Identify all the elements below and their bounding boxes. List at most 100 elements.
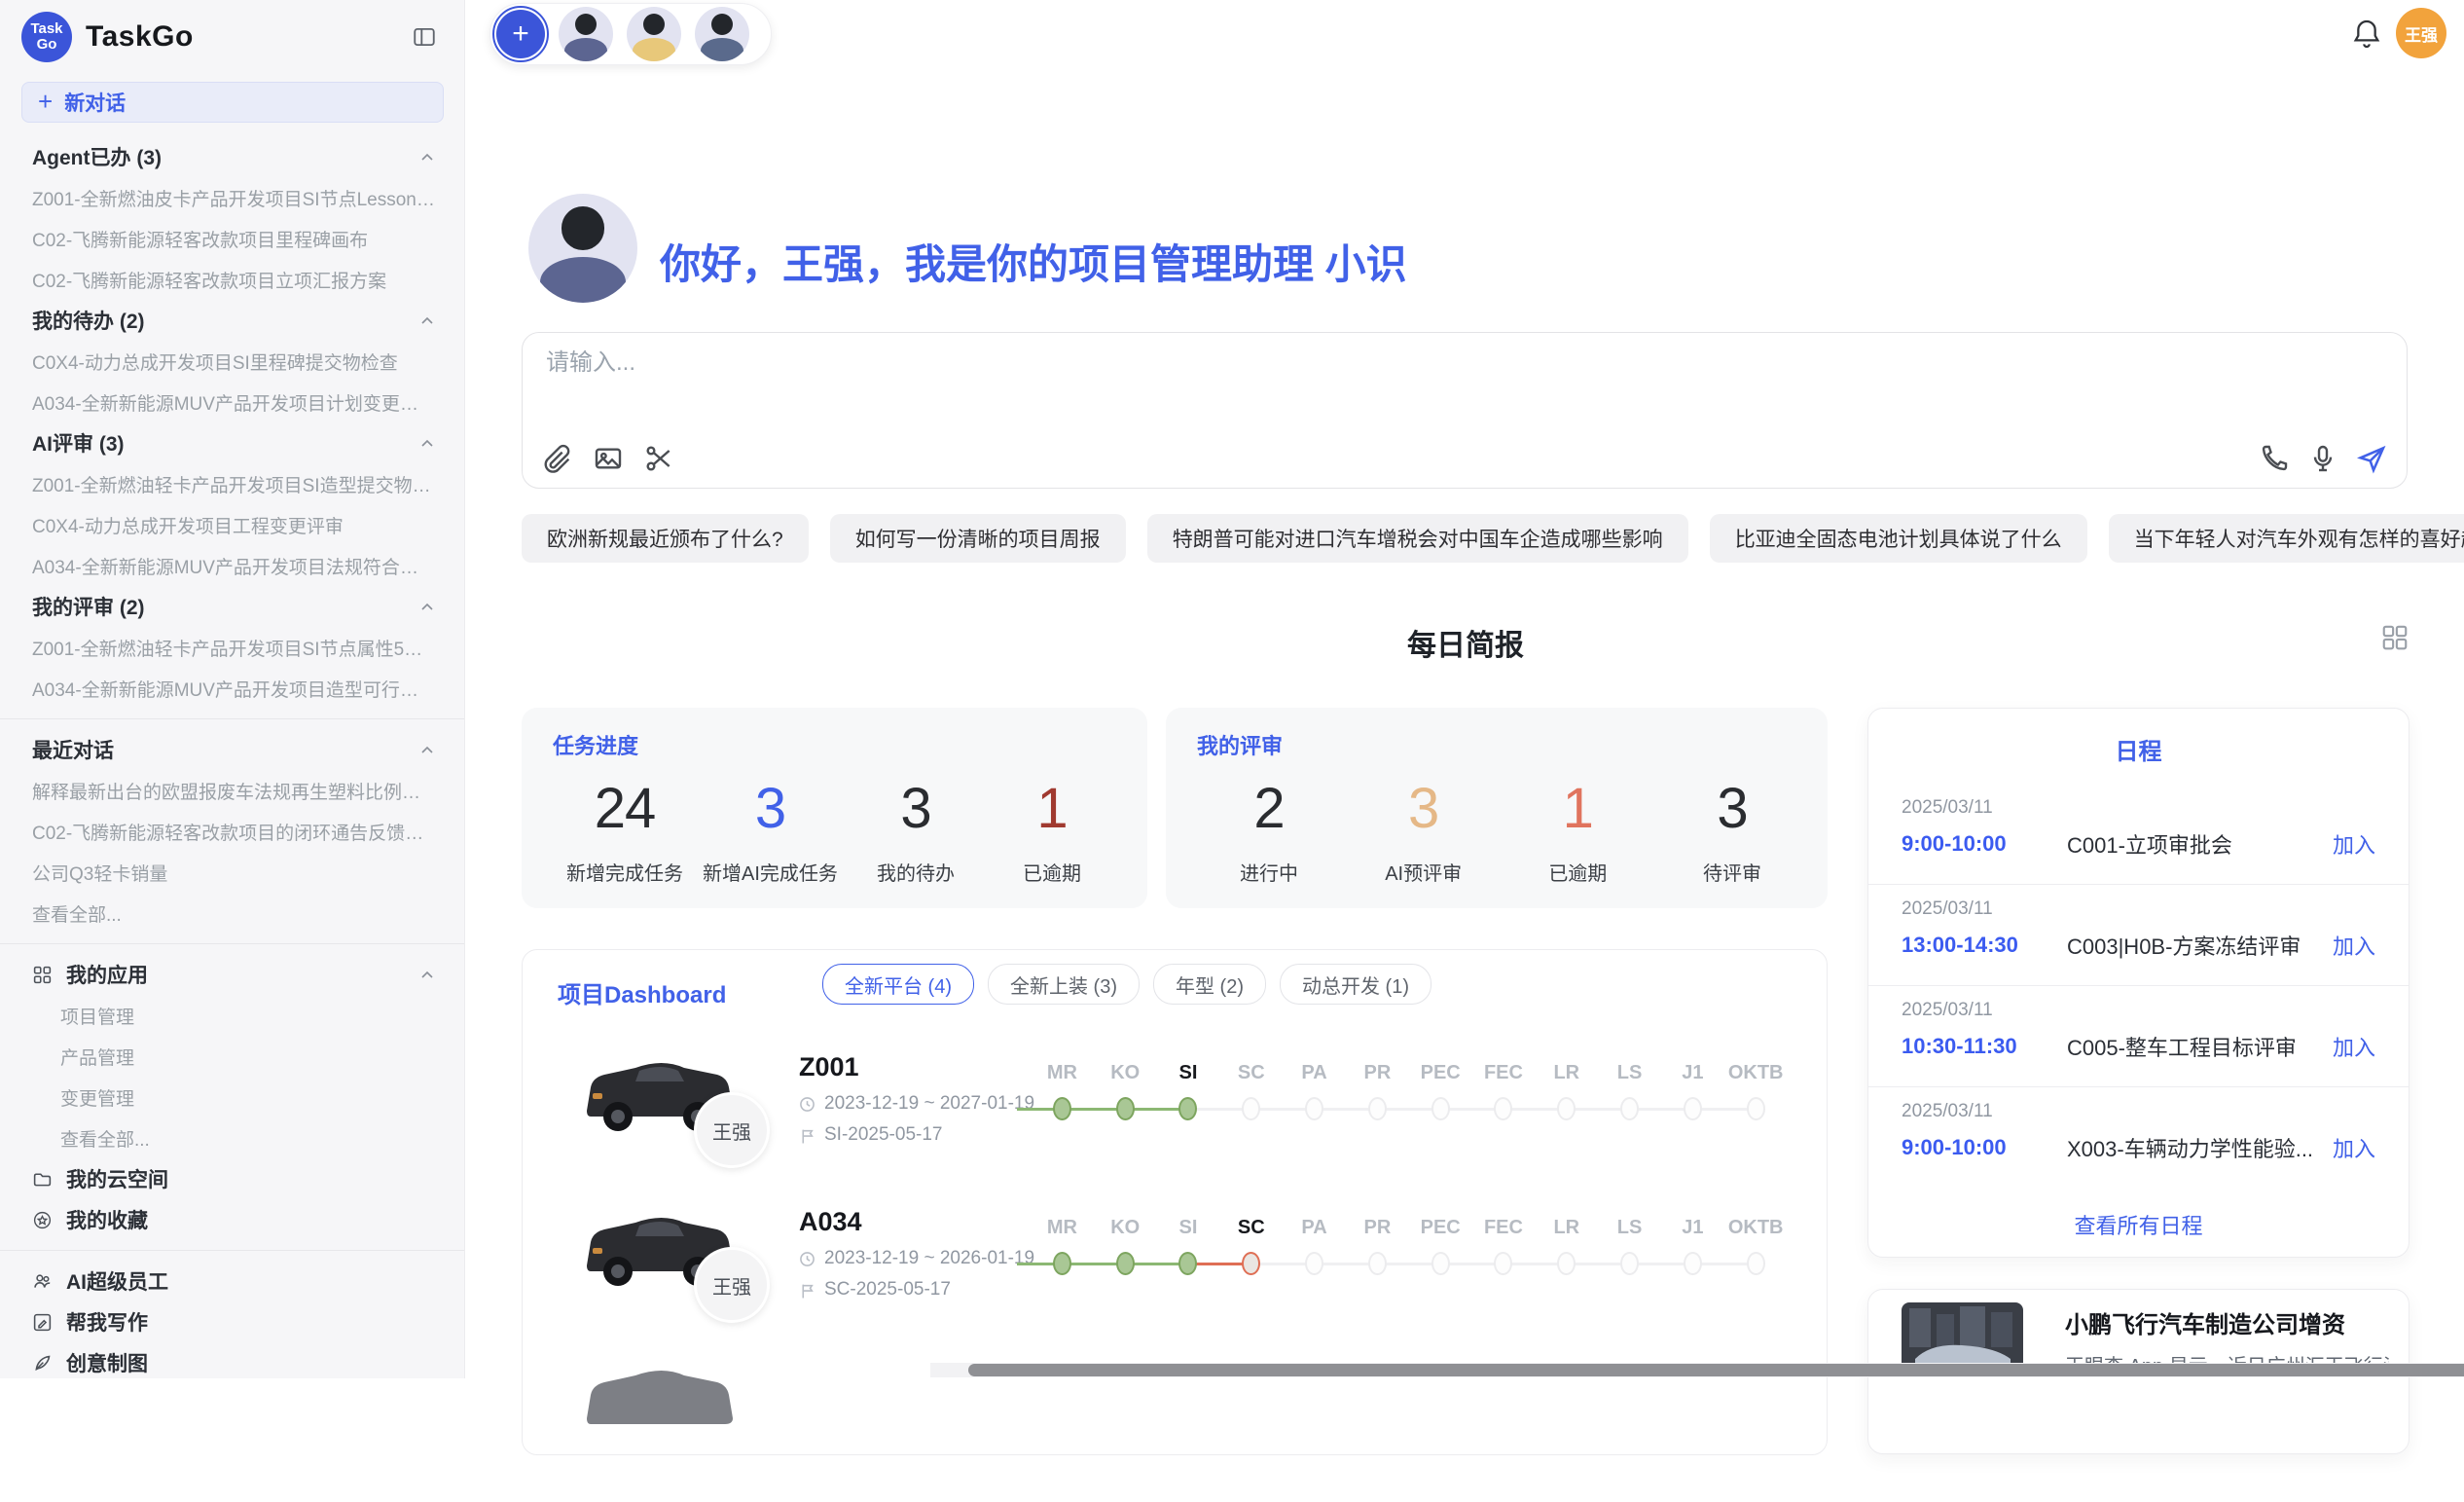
sidebar-item[interactable]: C02-飞腾新能源轻客改款项目里程碑画布 xyxy=(0,218,464,259)
milestone-J1: J1 xyxy=(1661,1211,1724,1283)
sidebar-group-my-todo[interactable]: 我的待办 (2) xyxy=(0,300,464,341)
stat: 3 待评审 xyxy=(1674,774,1791,886)
sidebar-item[interactable]: 公司Q3轻卡销量 xyxy=(0,852,464,893)
schedule-entry[interactable]: 2025/03/11 13:00-14:30 C003|H0B-方案冻结评审 加… xyxy=(1868,884,2409,985)
phone-icon[interactable] xyxy=(2259,443,2290,474)
join-link[interactable]: 加入 xyxy=(2333,1132,2375,1163)
sidebar-item[interactable]: 解释最新出台的欧盟报废车法规再生塑料比例被调至15%... xyxy=(0,770,464,811)
stat: 1 已逾期 xyxy=(994,774,1110,886)
suggestion-chip[interactable]: 如何写一份清晰的项目周报 xyxy=(830,514,1126,563)
milestone-dot-OKTB xyxy=(1747,1252,1765,1275)
main-content: + 王强 你好，王强，我是你的项目管理助理 小识 xyxy=(465,0,2464,1378)
stat-value: 1 xyxy=(1519,774,1636,844)
tab-model-year[interactable]: 年型 (2) xyxy=(1153,964,1266,1005)
schedule-list: 2025/03/11 9:00-10:00 C001-立项审批会 加入 2025… xyxy=(1868,784,2409,1188)
sidebar-item[interactable]: Z001-全新燃油轻卡产品开发项目SI造型提交物评审 xyxy=(0,463,464,504)
agent-avatar-1[interactable] xyxy=(559,7,613,61)
tab-new-platform[interactable]: 全新平台 (4) xyxy=(822,964,974,1005)
sidebar-item[interactable]: C0X4-动力总成开发项目SI里程碑提交物检查 xyxy=(0,341,464,382)
horizontal-scrollbar-thumb[interactable] xyxy=(968,1364,2464,1376)
suggestion-chip[interactable]: 特朗普可能对进口汽车增税会对中国车企造成哪些影响 xyxy=(1147,514,1688,563)
join-link[interactable]: 加入 xyxy=(2333,828,2375,860)
sidebar-item-creative-drawing[interactable]: 创意制图 xyxy=(0,1342,464,1383)
sidebar-item-view-all[interactable]: 查看全部... xyxy=(0,893,464,934)
schedule-entry[interactable]: 2025/03/11 10:30-11:30 C005-整车工程目标评审 加入 xyxy=(1868,985,2409,1086)
entry-time: 10:30-11:30 xyxy=(1902,1034,2067,1059)
join-link[interactable]: 加入 xyxy=(2333,1031,2375,1062)
sidebar-item[interactable]: C02-飞腾新能源轻客改款项目立项汇报方案 xyxy=(0,259,464,300)
item-label: 变更管理 xyxy=(60,1084,134,1111)
tab-new-body[interactable]: 全新上装 (3) xyxy=(988,964,1140,1005)
sidebar-item[interactable]: A034-全新新能源MUV产品开发项目计划变更表编写 xyxy=(0,382,464,422)
sidebar-item-view-all-apps[interactable]: 查看全部... xyxy=(0,1117,464,1158)
join-link[interactable]: 加入 xyxy=(2333,930,2375,961)
entry-title: C005-整车工程目标评审 xyxy=(2067,1031,2321,1062)
agent-avatar-2[interactable] xyxy=(627,7,681,61)
send-icon[interactable] xyxy=(2356,443,2387,474)
sidebar-item-favorites[interactable]: 我的收藏 xyxy=(0,1199,464,1240)
sidebar-item[interactable]: C0X4-动力总成开发项目工程变更评审 xyxy=(0,504,464,545)
sidebar-item-my-apps[interactable]: 我的应用 xyxy=(0,954,464,995)
sidebar-group-agent-done[interactable]: Agent已办 (3) xyxy=(0,136,464,177)
agent-avatar-3[interactable] xyxy=(695,7,749,61)
milestone-dot-PA xyxy=(1305,1252,1323,1275)
sidebar-item[interactable]: A034-全新新能源MUV产品开发项目法规符合性评审 xyxy=(0,545,464,586)
view-all-schedule-link[interactable]: 查看所有日程 xyxy=(1868,1209,2409,1240)
add-agent-button[interactable]: + xyxy=(496,10,545,58)
layout-grid-icon[interactable] xyxy=(2380,623,2410,652)
project-row-z001[interactable]: 王强 Z001 2023-12-19 ~ 2027-01-19 SI-2025-… xyxy=(523,1039,1827,1194)
sidebar-item-change-mgmt[interactable]: 变更管理 xyxy=(0,1077,464,1117)
item-label: C0X4-动力总成开发项目工程变更评审 xyxy=(32,512,344,538)
schedule-entry[interactable]: 2025/03/11 9:00-10:00 C001-立项审批会 加入 xyxy=(1868,784,2409,884)
milestone-LR: LR xyxy=(1535,1056,1598,1128)
sidebar-item-help-me-write[interactable]: 帮我写作 xyxy=(0,1301,464,1342)
milestone-dot-PEC xyxy=(1431,1097,1450,1120)
group-title: AI评审 (3) xyxy=(32,428,419,458)
milestone-dot-PR xyxy=(1368,1252,1387,1275)
attachment-icon[interactable] xyxy=(542,443,573,474)
milestone-MR: MR xyxy=(1031,1056,1094,1128)
suggestion-chip[interactable]: 欧洲新规最近颁布了什么? xyxy=(522,514,809,563)
item-label: 我的收藏 xyxy=(66,1205,148,1234)
new-chat-button[interactable]: + 新对话 xyxy=(21,82,444,123)
horizontal-scrollbar-track[interactable] xyxy=(930,1363,2464,1377)
sidebar-item[interactable]: Z001-全新燃油轻卡产品开发项目SI节点属性5D文件评审 xyxy=(0,627,464,668)
milestone-SI: SI xyxy=(1157,1211,1220,1283)
item-label: C02-飞腾新能源轻客改款项目立项汇报方案 xyxy=(32,267,386,293)
collapse-sidebar-icon[interactable] xyxy=(412,24,437,50)
stat: 24 新增完成任务 xyxy=(566,774,683,886)
milestone-dot-PR xyxy=(1368,1097,1387,1120)
milestone-dot-MR xyxy=(1053,1097,1071,1120)
sidebar-group-recent-chats[interactable]: 最近对话 xyxy=(0,729,464,770)
milestone-dot-SC xyxy=(1242,1097,1260,1120)
milestone-SC: SC xyxy=(1219,1056,1283,1128)
suggestion-chip[interactable]: 比亚迪全固态电池计划具体说了什么 xyxy=(1710,514,2087,563)
tab-powertrain[interactable]: 动总开发 (1) xyxy=(1280,964,1431,1005)
stat-value: 1 xyxy=(994,774,1110,844)
image-icon[interactable] xyxy=(593,443,624,474)
sidebar-item-cloud-space[interactable]: 我的云空间 xyxy=(0,1158,464,1199)
my-reviews-card: 我的评审 2 进行中 3 AI预评审 1 已逾期 3 待评审 xyxy=(1166,708,1828,908)
chat-input[interactable] xyxy=(544,348,2202,378)
sidebar-item-project-mgmt[interactable]: 项目管理 xyxy=(0,995,464,1036)
chevron-up-icon xyxy=(419,744,435,755)
milestone-OKTB: OKTB xyxy=(1724,1211,1788,1283)
sidebar-item[interactable]: C02-飞腾新能源轻客改款项目的闭环通告反馈情况 xyxy=(0,811,464,852)
scissors-icon[interactable] xyxy=(643,443,674,474)
suggestion-chip[interactable]: 当下年轻人对汽车外观有怎样的喜好趋势 xyxy=(2109,514,2464,563)
sidebar-item[interactable]: A034-全新新能源MUV产品开发项目造型可行性评审 xyxy=(0,668,464,709)
sidebar-group-my-review[interactable]: 我的评审 (2) xyxy=(0,586,464,627)
sidebar-item-product-mgmt[interactable]: 产品管理 xyxy=(0,1036,464,1077)
schedule-entry[interactable]: 2025/03/11 9:00-10:00 X003-车辆动力学性能验... 加… xyxy=(1868,1086,2409,1188)
microphone-icon[interactable] xyxy=(2307,443,2338,474)
project-flag: SC-2025-05-17 xyxy=(799,1279,951,1301)
project-row-a034[interactable]: 王强 A034 2023-12-19 ~ 2026-01-19 SC-2025-… xyxy=(523,1193,1827,1349)
user-avatar[interactable]: 王强 xyxy=(2396,8,2446,58)
stat: 1 已逾期 xyxy=(1519,774,1636,886)
item-label: 项目管理 xyxy=(60,1003,134,1029)
sidebar-group-ai-review[interactable]: AI评审 (3) xyxy=(0,422,464,463)
project-dates: 2023-12-19 ~ 2027-01-19 xyxy=(799,1093,1034,1115)
sidebar-item[interactable]: Z001-全新燃油皮卡产品开发项目SI节点Lesson Learn报告 xyxy=(0,177,464,218)
sidebar-item-ai-super-staff[interactable]: AI超级员工 xyxy=(0,1261,464,1301)
notifications-bell-icon[interactable] xyxy=(2351,18,2382,49)
